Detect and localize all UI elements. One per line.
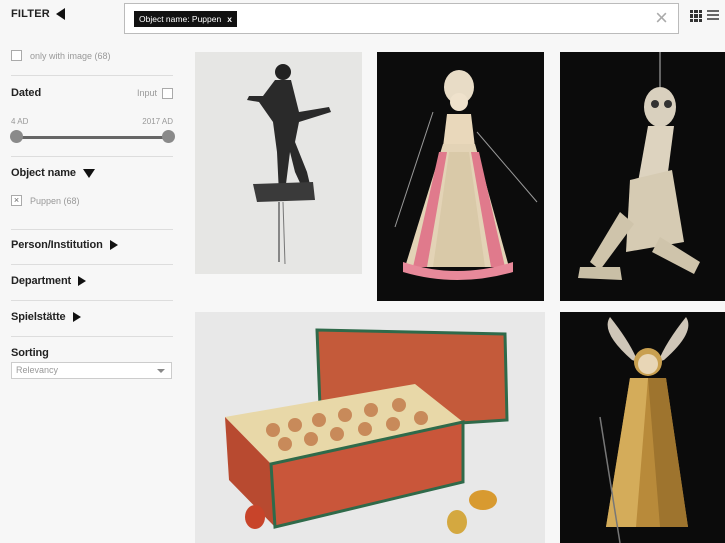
result-tile-golden-angel[interactable]	[560, 312, 725, 543]
sorting-title: Sorting	[11, 347, 49, 359]
clear-search-icon[interactable]: ×	[655, 6, 668, 30]
grid-view-icon[interactable]	[690, 10, 702, 22]
chip-label: Object name: Puppen	[139, 14, 222, 24]
spielstaette-title: Spielstätte	[11, 311, 66, 323]
result-tile-puppet-box[interactable]	[195, 312, 545, 543]
divider	[11, 300, 173, 301]
sorting-value: Relevancy	[16, 365, 59, 375]
puppen-option-label: Puppen (68)	[30, 195, 80, 206]
sorting-section: Sorting	[11, 347, 173, 359]
expand-right-icon	[78, 276, 87, 286]
department-title: Department	[11, 275, 72, 287]
result-tile-shadow-puppet[interactable]	[195, 52, 362, 274]
puppen-checked-checkbox[interactable]: ×	[11, 195, 22, 206]
result-tile-marionette[interactable]	[560, 52, 725, 301]
box-photo-icon	[195, 312, 545, 543]
dated-slider-min-handle[interactable]	[10, 130, 23, 143]
dated-slider-track[interactable]	[16, 136, 168, 139]
dated-title: Dated	[11, 87, 42, 99]
object-name-option-puppen[interactable]: × Puppen (68)	[11, 195, 173, 206]
result-tile-doll-pink-gown[interactable]	[377, 52, 544, 301]
divider	[11, 264, 173, 265]
active-filter-chip[interactable]: Object name: Puppen x	[134, 11, 237, 27]
divider	[11, 156, 173, 157]
expand-right-icon	[72, 312, 81, 322]
dated-section: Dated Input	[11, 87, 173, 99]
dated-input-checkbox[interactable]	[162, 87, 173, 99]
person-institution-header[interactable]: Person/Institution	[11, 239, 173, 251]
doll-photo-icon	[377, 52, 544, 301]
marionette-photo-icon	[560, 52, 725, 301]
dated-slider-max-handle[interactable]	[162, 130, 175, 143]
view-toggle	[690, 10, 719, 22]
only-with-image-checkbox[interactable]	[11, 50, 22, 61]
only-with-image-option[interactable]: only with image (68)	[11, 50, 173, 61]
shadow-puppet-photo-icon	[195, 52, 362, 274]
dated-range-labels: 4 AD 2017 AD	[11, 117, 173, 126]
department-header[interactable]: Department	[11, 275, 173, 287]
filter-sidebar: FILTER only with image (68) Dated Input …	[0, 0, 180, 543]
collection-page: FILTER only with image (68) Dated Input …	[0, 0, 725, 543]
dated-min-label: 4 AD	[11, 117, 29, 126]
filter-label: FILTER	[11, 8, 50, 20]
search-bar[interactable]: Object name: Puppen x ×	[124, 3, 679, 34]
dated-max-label: 2017 AD	[142, 117, 173, 126]
object-name-title: Object name	[11, 167, 76, 179]
divider	[11, 336, 173, 337]
dated-input-toggle[interactable]: Input	[136, 87, 173, 99]
chevron-down-icon	[157, 369, 165, 373]
divider	[11, 75, 173, 76]
collapse-arrow-icon	[55, 8, 65, 20]
only-with-image-label: only with image (68)	[30, 50, 111, 61]
object-name-header[interactable]: Object name	[11, 167, 173, 179]
dated-input-label: Input	[136, 88, 157, 98]
expand-down-icon	[82, 168, 95, 178]
person-institution-title: Person/Institution	[11, 239, 103, 251]
sorting-select[interactable]: Relevancy	[11, 362, 172, 379]
chip-remove-icon[interactable]: x	[227, 14, 232, 24]
expand-right-icon	[109, 240, 118, 250]
spielstaette-header[interactable]: Spielstätte	[11, 311, 173, 323]
filter-toggle[interactable]: FILTER	[11, 8, 65, 20]
angel-photo-icon	[560, 312, 725, 543]
list-view-icon[interactable]	[707, 10, 719, 22]
divider	[11, 229, 173, 230]
